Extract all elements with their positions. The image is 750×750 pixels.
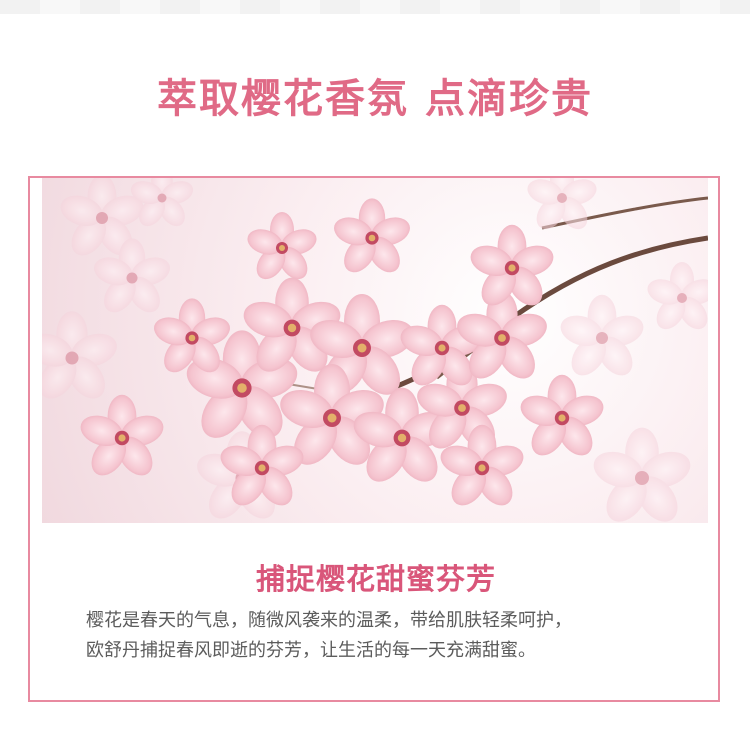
top-decorative-strip bbox=[0, 0, 750, 14]
card-subhead: 捕捉樱花甜蜜芬芳 bbox=[255, 562, 496, 596]
body-line: 欧舒丹捕捉春风即逝的芬芳，让生活的每一天充满甜蜜。 bbox=[86, 640, 536, 661]
card-body-text: 樱花是春天的气息，随微风袭来的温柔，带给肌肤轻柔呵护， 欧舒丹捕捉春风即逝的芬芳… bbox=[86, 606, 686, 666]
body-line: 樱花是春天的气息，随微风袭来的温柔，带给肌肤轻柔呵护， bbox=[86, 610, 572, 631]
page-headline: 萃取樱花香氛 点滴珍贵 bbox=[157, 75, 593, 122]
cherry-blossom-photo bbox=[42, 178, 708, 523]
feature-card: 捕捉樱花甜蜜芬芳 樱花是春天的气息，随微风袭来的温柔，带给肌肤轻柔呵护， 欧舒丹… bbox=[28, 176, 720, 702]
cherry-blossom-illustration bbox=[42, 178, 708, 523]
